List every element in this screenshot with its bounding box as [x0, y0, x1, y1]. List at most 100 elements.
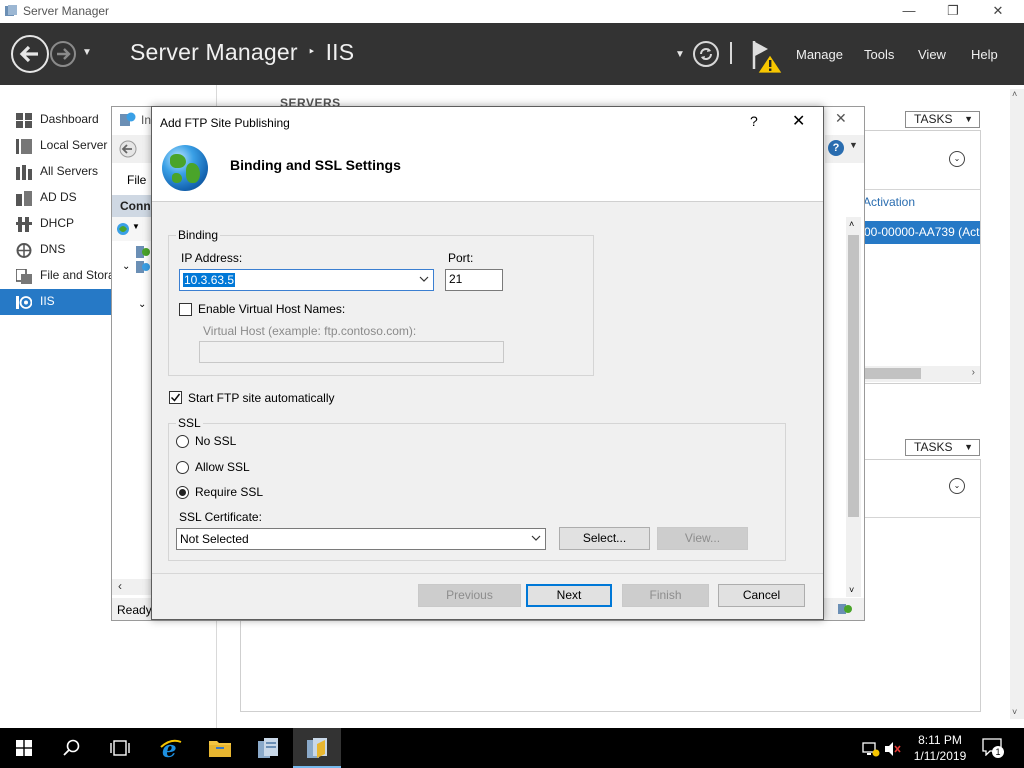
- allow-ssl-label: Allow SSL: [195, 460, 250, 474]
- refresh-button[interactable]: [693, 41, 719, 67]
- sidebar-item-dhcp[interactable]: DHCP: [0, 211, 111, 237]
- second-tasks-button[interactable]: TASKS ▼: [905, 439, 980, 456]
- menu-help[interactable]: Help: [971, 47, 998, 62]
- scroll-left-icon[interactable]: ‹: [118, 579, 122, 593]
- minimize-button[interactable]: —: [886, 0, 932, 23]
- servers-expand-icon[interactable]: ⌄: [949, 151, 965, 167]
- ssl-group-label: SSL: [176, 416, 203, 430]
- local-server-icon: [16, 139, 32, 154]
- task-view-button[interactable]: [96, 728, 144, 768]
- view-certificate-button[interactable]: View...: [657, 527, 748, 550]
- dialog-help-button[interactable]: ?: [750, 113, 758, 129]
- volume-muted-icon[interactable]: [884, 741, 902, 757]
- iis-tree-node-icon[interactable]: [136, 246, 150, 258]
- require-ssl-radio[interactable]: [176, 486, 189, 499]
- iis-vscroll-thumb[interactable]: [848, 235, 859, 517]
- forward-arrow-icon: [57, 48, 71, 60]
- require-ssl-label: Require SSL: [195, 485, 264, 499]
- scroll-down-icon[interactable]: ˅: [849, 585, 854, 595]
- enable-virtual-host-checkbox[interactable]: [179, 303, 192, 316]
- scroll-up-icon[interactable]: ˄: [849, 219, 854, 229]
- iis-close-icon[interactable]: ✕: [835, 110, 847, 127]
- action-center-button[interactable]: 1: [982, 738, 1006, 758]
- notifications-flag-icon[interactable]: [752, 39, 784, 75]
- forward-button[interactable]: [50, 41, 76, 67]
- finish-button[interactable]: Finish: [622, 584, 709, 607]
- select-certificate-button[interactable]: Select...: [559, 527, 650, 550]
- menu-view[interactable]: View: [918, 47, 946, 62]
- dialog-close-button[interactable]: ✕: [792, 111, 805, 131]
- servers-tasks-button[interactable]: TASKS ▼: [905, 111, 980, 128]
- ip-address-combo[interactable]: 10.3.63.5: [179, 269, 434, 291]
- taskbar-file-explorer[interactable]: [195, 728, 243, 768]
- sidebar-item-dns[interactable]: DNS: [0, 237, 111, 263]
- tasks-dropdown-icon: ▼: [964, 442, 973, 452]
- servers-hscroll-thumb[interactable]: [865, 368, 921, 379]
- iis-help-icon[interactable]: ?: [828, 140, 844, 156]
- taskbar-server-manager[interactable]: [244, 728, 292, 768]
- servers-hscroll[interactable]: ›: [863, 366, 980, 382]
- iis-help-dropdown-icon[interactable]: ▼: [849, 140, 858, 150]
- close-button[interactable]: ✕: [975, 0, 1021, 23]
- cancel-button[interactable]: Cancel: [718, 584, 805, 607]
- scroll-right-icon[interactable]: ›: [972, 367, 975, 378]
- allow-ssl-radio[interactable]: [176, 461, 189, 474]
- header-divider: [730, 42, 732, 64]
- breadcrumb-section[interactable]: IIS: [326, 39, 355, 65]
- iis-connect-icon[interactable]: [116, 221, 132, 237]
- port-input[interactable]: 21: [445, 269, 503, 291]
- ssl-certificate-combo[interactable]: Not Selected: [176, 528, 546, 550]
- taskbar-clock[interactable]: 8:11 PM 1/11/2019: [902, 732, 978, 764]
- dialog-title: Add FTP Site Publishing: [160, 116, 290, 130]
- iis-menu-file[interactable]: File: [127, 173, 146, 187]
- menu-tools[interactable]: Tools: [864, 47, 894, 62]
- scroll-up-icon[interactable]: ˄: [1012, 89, 1017, 99]
- dhcp-icon: [16, 217, 32, 232]
- history-dropdown-icon[interactable]: ▼: [82, 47, 92, 58]
- radio-selected-dot: [179, 489, 186, 496]
- second-expand-icon[interactable]: ⌄: [949, 478, 965, 494]
- server-row-selected[interactable]: 00-00000-AA739 (Act: [863, 221, 980, 244]
- iis-tree-hscroll[interactable]: ‹: [112, 579, 152, 595]
- iis-tree-node-icon[interactable]: [136, 261, 150, 273]
- chevron-down-icon[interactable]: [531, 532, 541, 544]
- tasks-label: TASKS: [914, 440, 953, 454]
- iis-back-icon[interactable]: [118, 140, 138, 158]
- iis-connect-dropdown-icon[interactable]: ▼: [132, 222, 140, 231]
- dialog-heading: Binding and SSL Settings: [230, 157, 401, 173]
- scroll-down-icon[interactable]: ˅: [1012, 707, 1017, 717]
- search-button[interactable]: [48, 728, 96, 768]
- sidebar-item-iis[interactable]: IIS: [0, 289, 111, 315]
- back-arrow-icon: [19, 45, 38, 63]
- sidebar-item-dashboard[interactable]: Dashboard: [0, 107, 111, 133]
- menu-manage[interactable]: Manage: [796, 47, 843, 62]
- ip-address-label: IP Address:: [181, 251, 243, 265]
- start-ftp-auto-checkbox[interactable]: [169, 391, 182, 404]
- taskbar-iis-manager[interactable]: [293, 728, 341, 768]
- main-vscroll[interactable]: ˄ ˅: [1010, 89, 1024, 719]
- dialog-titlebar: Add FTP Site Publishing ? ✕: [152, 107, 823, 137]
- virtual-host-input[interactable]: [199, 341, 504, 363]
- iis-window-title: In: [141, 113, 152, 127]
- taskbar-internet-explorer[interactable]: e: [146, 728, 194, 768]
- start-button[interactable]: [0, 728, 48, 768]
- sidebar-item-ad-ds[interactable]: AD DS: [0, 185, 111, 211]
- maximize-button[interactable]: ❐: [930, 0, 976, 23]
- sidebar-item-local-server[interactable]: Local Server: [0, 133, 111, 159]
- file-explorer-icon: [209, 741, 231, 757]
- tree-expand-icon[interactable]: ⌄: [138, 299, 146, 310]
- activation-column-header[interactable]: Activation: [863, 195, 915, 209]
- previous-button[interactable]: Previous: [418, 584, 521, 607]
- next-button[interactable]: Next: [526, 584, 612, 607]
- no-ssl-radio[interactable]: [176, 435, 189, 448]
- tree-expand-icon[interactable]: ⌄: [122, 261, 130, 272]
- window-title: Server Manager: [23, 4, 110, 18]
- iis-vscroll[interactable]: ˄ ˅: [846, 217, 861, 597]
- dialog-header: Binding and SSL Settings: [152, 137, 823, 202]
- sidebar-item-all-servers[interactable]: All Servers: [0, 159, 111, 185]
- back-button[interactable]: [11, 35, 49, 73]
- chevron-down-icon[interactable]: [419, 273, 429, 285]
- network-icon[interactable]: [862, 741, 880, 757]
- sidebar-item-file-storage[interactable]: File and Storage Services: [0, 263, 111, 289]
- header-dropdown-icon[interactable]: ▼: [675, 49, 685, 60]
